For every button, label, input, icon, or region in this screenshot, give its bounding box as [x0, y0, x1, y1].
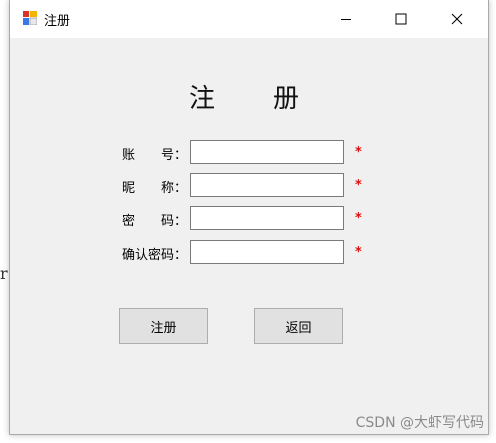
maximize-icon [395, 13, 407, 25]
screenshot-stage: r 注册 注 册 账 号： * 昵 称： * 密 码： * 确认密码： * 注册… [0, 0, 496, 443]
account-label: 账 号： [121, 148, 187, 163]
password-label: 密 码： [121, 214, 187, 229]
nickname-label: 昵 称： [121, 181, 187, 196]
close-icon [451, 13, 463, 25]
nickname-input[interactable] [190, 173, 344, 197]
background-stray-char: r [0, 264, 8, 283]
maximize-button[interactable] [378, 0, 424, 38]
watermark: CSDN @大虾写代码 [355, 415, 484, 431]
password-input[interactable] [190, 206, 344, 230]
minimize-icon [341, 19, 351, 20]
account-input[interactable] [190, 140, 344, 164]
register-window: 注册 注 册 账 号： * 昵 称： * 密 码： * 确认密码： * 注册 返… [9, 0, 489, 435]
confirm-password-label: 确认密码： [121, 248, 187, 263]
register-button[interactable]: 注册 [119, 308, 208, 344]
app-icon [23, 11, 37, 25]
account-required-mark: * [355, 145, 362, 160]
confirm-password-required-mark: * [355, 245, 362, 260]
password-required-mark: * [355, 211, 362, 226]
confirm-password-input[interactable] [190, 240, 344, 264]
window-title: 注册 [44, 14, 71, 29]
minimize-button[interactable] [323, 0, 369, 38]
form-heading: 注 册 [188, 84, 301, 114]
title-bar[interactable]: 注册 [10, 0, 488, 38]
close-button[interactable] [434, 0, 480, 38]
back-button[interactable]: 返回 [254, 308, 343, 344]
nickname-required-mark: * [355, 178, 362, 193]
